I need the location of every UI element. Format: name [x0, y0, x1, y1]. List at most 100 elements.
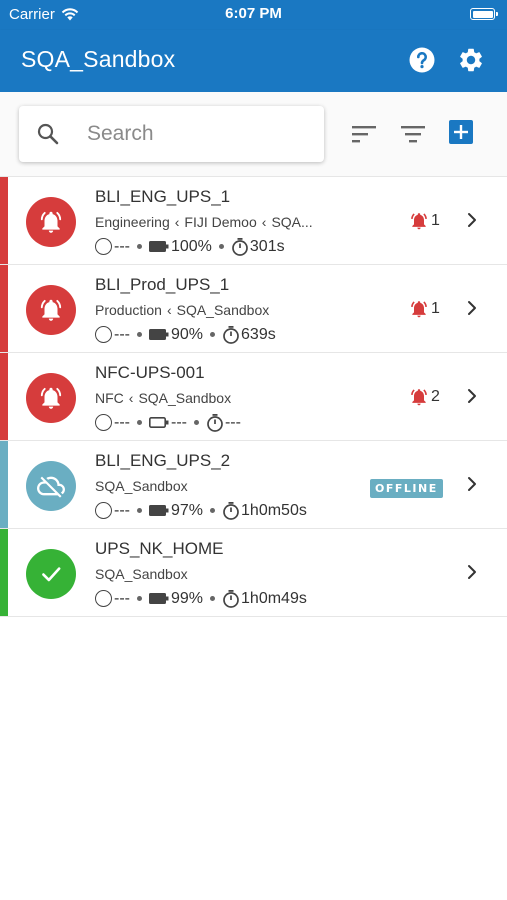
path-segment: SQA_Sandbox	[138, 390, 232, 406]
device-path: NFC ‹ SQA_Sandbox	[95, 390, 231, 406]
device-stats: --- 97% 1h0m50s	[95, 501, 307, 520]
battery-value: 90%	[170, 325, 204, 343]
battery-full-icon	[148, 505, 169, 516]
list-item[interactable]: BLI_ENG_UPS_1 Engineering ‹ FIJI Demoo ‹…	[0, 177, 507, 265]
help-circle-icon[interactable]	[409, 47, 435, 73]
separator-dot	[136, 332, 142, 337]
path-segment: FIJI Demoo	[184, 214, 257, 230]
list-item[interactable]: BLI_Prod_UPS_1 Production ‹ SQA_Sandbox …	[0, 265, 507, 353]
battery-value: 99%	[170, 589, 204, 607]
load-icon	[95, 414, 112, 431]
offline-badge: OFFLINE	[370, 479, 443, 498]
device-list: BLI_ENG_UPS_1 Engineering ‹ FIJI Demoo ‹…	[0, 177, 507, 617]
status-avatar	[26, 285, 76, 335]
load-value: ---	[114, 325, 130, 343]
chevron-left-icon: ‹	[128, 390, 134, 406]
list-item[interactable]: NFC-UPS-001 NFC ‹ SQA_Sandbox --- --- --…	[0, 353, 507, 441]
device-path: SQA_Sandbox	[95, 566, 188, 582]
device-path: Engineering ‹ FIJI Demoo ‹ SQA...	[95, 214, 313, 230]
separator-dot	[136, 596, 142, 601]
page-title: SQA_Sandbox	[21, 46, 176, 72]
load-value: ---	[114, 589, 130, 607]
path-segment: SQA_Sandbox	[176, 302, 270, 318]
battery-full-icon	[148, 593, 169, 604]
load-value: ---	[114, 501, 130, 519]
chevron-right-icon[interactable]	[466, 475, 478, 493]
path-segment: SQA...	[271, 214, 313, 230]
separator-dot	[210, 332, 216, 337]
path-segment: Production	[95, 302, 162, 318]
runtime-value: 1h0m50s	[241, 501, 307, 519]
status-stripe	[0, 265, 8, 352]
search-box[interactable]	[19, 106, 324, 162]
device-path: SQA_Sandbox	[95, 478, 188, 494]
timer-icon	[223, 590, 239, 608]
chevron-right-icon[interactable]	[466, 299, 478, 317]
timer-icon	[232, 238, 248, 256]
bell-alarm-icon	[40, 299, 62, 321]
alarm-count: 1	[409, 299, 440, 319]
device-stats: --- 90% 639s	[95, 325, 276, 344]
add-box-icon[interactable]	[449, 120, 473, 144]
device-stats: --- 99% 1h0m49s	[95, 589, 307, 608]
timer-icon	[223, 502, 239, 520]
battery-full-icon	[148, 329, 169, 340]
sort-icon[interactable]	[351, 122, 377, 146]
separator-dot	[136, 508, 142, 513]
status-stripe	[0, 353, 8, 440]
separator-dot	[193, 420, 199, 425]
device-stats: --- --- ---	[95, 413, 241, 432]
status-avatar	[26, 549, 76, 599]
battery-value: 97%	[170, 501, 204, 519]
search-input[interactable]	[87, 114, 307, 154]
path-segment: NFC	[95, 390, 124, 406]
load-value: ---	[114, 237, 130, 255]
list-item[interactable]: UPS_NK_HOME SQA_Sandbox --- 99% 1h0m49s	[0, 529, 507, 617]
device-name: UPS_NK_HOME	[95, 539, 224, 558]
chevron-right-icon[interactable]	[466, 563, 478, 581]
alarm-count: 2	[409, 387, 440, 407]
search-icon	[37, 123, 59, 145]
cloud-off-icon	[37, 476, 65, 498]
clock: 6:07 PM	[225, 5, 282, 22]
timer-icon	[223, 326, 239, 344]
filter-icon[interactable]	[400, 122, 426, 146]
device-name: NFC-UPS-001	[95, 363, 205, 382]
timer-icon	[207, 414, 223, 432]
device-name: BLI_Prod_UPS_1	[95, 275, 230, 294]
bell-alarm-icon	[40, 211, 62, 233]
list-toolbar	[0, 92, 507, 177]
check-icon	[42, 567, 61, 582]
status-avatar	[26, 197, 76, 247]
path-segment: SQA_Sandbox	[95, 478, 188, 494]
separator-dot	[210, 508, 216, 513]
chevron-left-icon: ‹	[261, 214, 267, 230]
load-value: ---	[114, 413, 130, 431]
battery-value: 100%	[170, 237, 212, 255]
runtime-value: 1h0m49s	[241, 589, 307, 607]
chevron-left-icon: ‹	[174, 214, 180, 230]
load-icon	[95, 238, 112, 255]
status-stripe	[0, 529, 8, 616]
runtime-value: 301s	[249, 237, 285, 255]
device-stats: --- 100% 301s	[95, 237, 285, 256]
gear-icon[interactable]	[457, 46, 485, 74]
status-avatar	[26, 373, 76, 423]
load-icon	[95, 502, 112, 519]
separator-dot	[136, 244, 142, 249]
battery-empty-icon	[148, 417, 169, 428]
alarm-count: 1	[409, 211, 440, 231]
device-name: BLI_ENG_UPS_1	[95, 187, 231, 206]
chevron-right-icon[interactable]	[466, 387, 478, 405]
load-icon	[95, 326, 112, 343]
path-segment: Engineering	[95, 214, 170, 230]
list-item[interactable]: BLI_ENG_UPS_2 SQA_Sandbox --- 97% 1h0m50…	[0, 441, 507, 529]
status-avatar	[26, 461, 76, 511]
chevron-right-icon[interactable]	[466, 211, 478, 229]
bell-alarm-icon	[411, 389, 427, 406]
runtime-value: ---	[224, 413, 241, 431]
device-name: BLI_ENG_UPS_2	[95, 451, 231, 470]
load-icon	[95, 590, 112, 607]
separator-dot	[218, 244, 224, 249]
bell-alarm-icon	[411, 301, 427, 318]
